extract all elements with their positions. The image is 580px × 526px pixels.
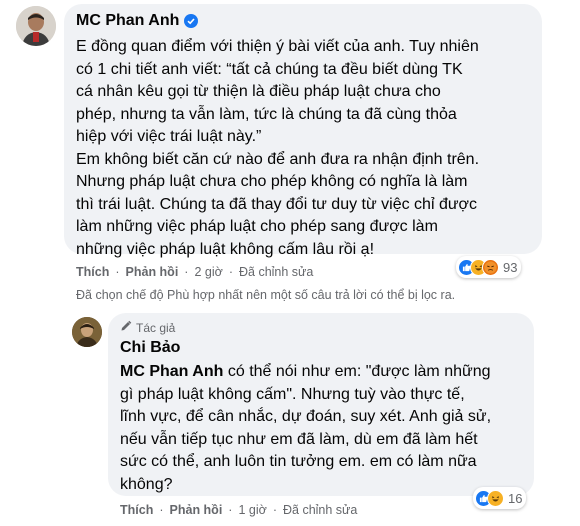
reply-bubble: Tác giả Chi Bảo MC Phan Anh có thể nói n… bbox=[108, 313, 534, 496]
timestamp[interactable]: 2 giờ bbox=[194, 265, 222, 279]
reply-author[interactable]: Chi Bảo bbox=[120, 339, 180, 357]
edited-label[interactable]: Đã chỉnh sửa bbox=[239, 265, 313, 279]
reply-text: MC Phan Anh có thể nói như em: "được làm… bbox=[120, 361, 530, 496]
author-tag-label: Tác giả bbox=[136, 320, 176, 335]
angry-reaction-icon bbox=[482, 258, 499, 276]
avatar[interactable] bbox=[72, 317, 102, 347]
like-link[interactable]: Thích bbox=[76, 265, 109, 279]
author-tag: Tác giả bbox=[120, 320, 175, 335]
reply-text-body: có thể nói như em: "được làm những gì ph… bbox=[120, 363, 492, 493]
filter-notice: Đã chọn chế độ Phù hợp nhất nên một số c… bbox=[76, 288, 456, 302]
edited-label[interactable]: Đã chỉnh sửa bbox=[283, 503, 357, 517]
mention-link[interactable]: MC Phan Anh bbox=[120, 363, 223, 380]
comment-bubble: MC Phan Anh E đồng quan điểm với thiện ý… bbox=[64, 4, 542, 258]
reply-link[interactable]: Phản hồi bbox=[170, 503, 223, 517]
timestamp[interactable]: 1 giờ bbox=[238, 503, 266, 517]
reply-link[interactable]: Phản hồi bbox=[126, 265, 179, 279]
verified-badge-icon bbox=[184, 14, 199, 28]
reaction-summary[interactable]: 16 bbox=[473, 487, 527, 509]
comment-text: E đồng quan điểm với thiện ý bài viết củ… bbox=[76, 38, 480, 258]
comment-actions: Thích · Phản hồi · 2 giờ · Đã chỉnh sửa bbox=[76, 265, 314, 279]
haha-reaction-icon bbox=[487, 489, 504, 507]
avatar[interactable] bbox=[16, 6, 56, 46]
reaction-count: 16 bbox=[508, 490, 523, 506]
comment-author[interactable]: MC Phan Anh bbox=[76, 12, 179, 30]
reply-actions: Thích · Phản hồi · 1 giờ · Đã chỉnh sửa bbox=[120, 503, 358, 517]
like-link[interactable]: Thích bbox=[120, 503, 153, 517]
reaction-count: 93 bbox=[503, 259, 518, 275]
pencil-icon bbox=[120, 320, 132, 335]
reaction-summary[interactable]: 93 bbox=[456, 256, 522, 278]
